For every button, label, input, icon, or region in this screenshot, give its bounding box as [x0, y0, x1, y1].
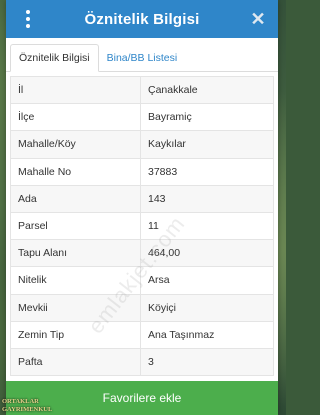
table-row: Mevkii Köyiçi: [10, 293, 274, 322]
attribute-value: Ana Taşınmaz: [140, 320, 274, 349]
attribute-key: Mahalle No: [10, 157, 141, 186]
attribute-value: 3: [140, 347, 274, 377]
attribute-key: Zemin Tip: [10, 320, 141, 349]
close-icon[interactable]: ✕: [248, 9, 268, 29]
table-row: Mahalle/Köy Kaykılar: [10, 130, 274, 159]
table-row: İl Çanakkale: [10, 75, 274, 105]
attribute-table: İl Çanakkale İlçe Bayramiç Mahalle/Köy Kaykıl…: [10, 75, 274, 377]
attribute-key: Parsel: [10, 211, 141, 241]
attribute-key: Pafta: [10, 347, 141, 377]
attribute-key: İl: [10, 75, 141, 105]
attribute-value: Çanakkale: [140, 75, 274, 105]
table-row: İlçe Bayramiç: [10, 103, 274, 132]
attribute-value: Kaykılar: [140, 130, 274, 159]
dialog-title: Öznitelik Bilgisi: [84, 10, 200, 28]
attribute-value: Bayramiç: [140, 103, 274, 132]
attribute-key: Ada: [10, 184, 141, 213]
attribute-key: Nitelik: [10, 266, 141, 295]
attribute-value: Köyiçi: [140, 293, 274, 322]
attribute-key: Mevkii: [10, 293, 141, 322]
attribute-value: 37883: [140, 157, 274, 186]
attribute-key: Mahalle/Köy: [10, 130, 141, 159]
tab-building-list[interactable]: Bina/BB Listesi: [99, 44, 186, 71]
table-row: Tapu Alanı 464,00: [10, 239, 274, 268]
attribute-key: Tapu Alanı: [10, 239, 141, 268]
table-row: Parsel 11: [10, 211, 274, 241]
table-row: Zemin Tip Ana Taşınmaz: [10, 320, 274, 349]
company-logo: ORTAKLAR GAYRIMENKUL: [2, 398, 53, 413]
table-row: Nitelik Arsa: [10, 266, 274, 295]
attribute-value: 11: [140, 211, 274, 241]
attribute-value: Arsa: [140, 266, 274, 295]
dialog-header: Öznitelik Bilgisi ✕: [6, 0, 278, 38]
table-row: Pafta 3: [10, 347, 274, 377]
attribute-table-container: İl Çanakkale İlçe Bayramiç Mahalle/Köy Kaykıl…: [6, 72, 278, 377]
tab-attribute-info[interactable]: Öznitelik Bilgisi: [10, 44, 99, 72]
table-row: Ada 143: [10, 184, 274, 213]
attribute-value: 464,00: [140, 239, 274, 268]
kebab-menu-icon[interactable]: [20, 10, 36, 28]
tab-bar: Öznitelik Bilgisi Bina/BB Listesi: [6, 38, 278, 72]
attribute-dialog: Öznitelik Bilgisi ✕ Öznitelik Bilgisi Bi…: [6, 0, 278, 415]
attribute-value: 143: [140, 184, 274, 213]
table-row: Mahalle No 37883: [10, 157, 274, 186]
attribute-key: İlçe: [10, 103, 141, 132]
